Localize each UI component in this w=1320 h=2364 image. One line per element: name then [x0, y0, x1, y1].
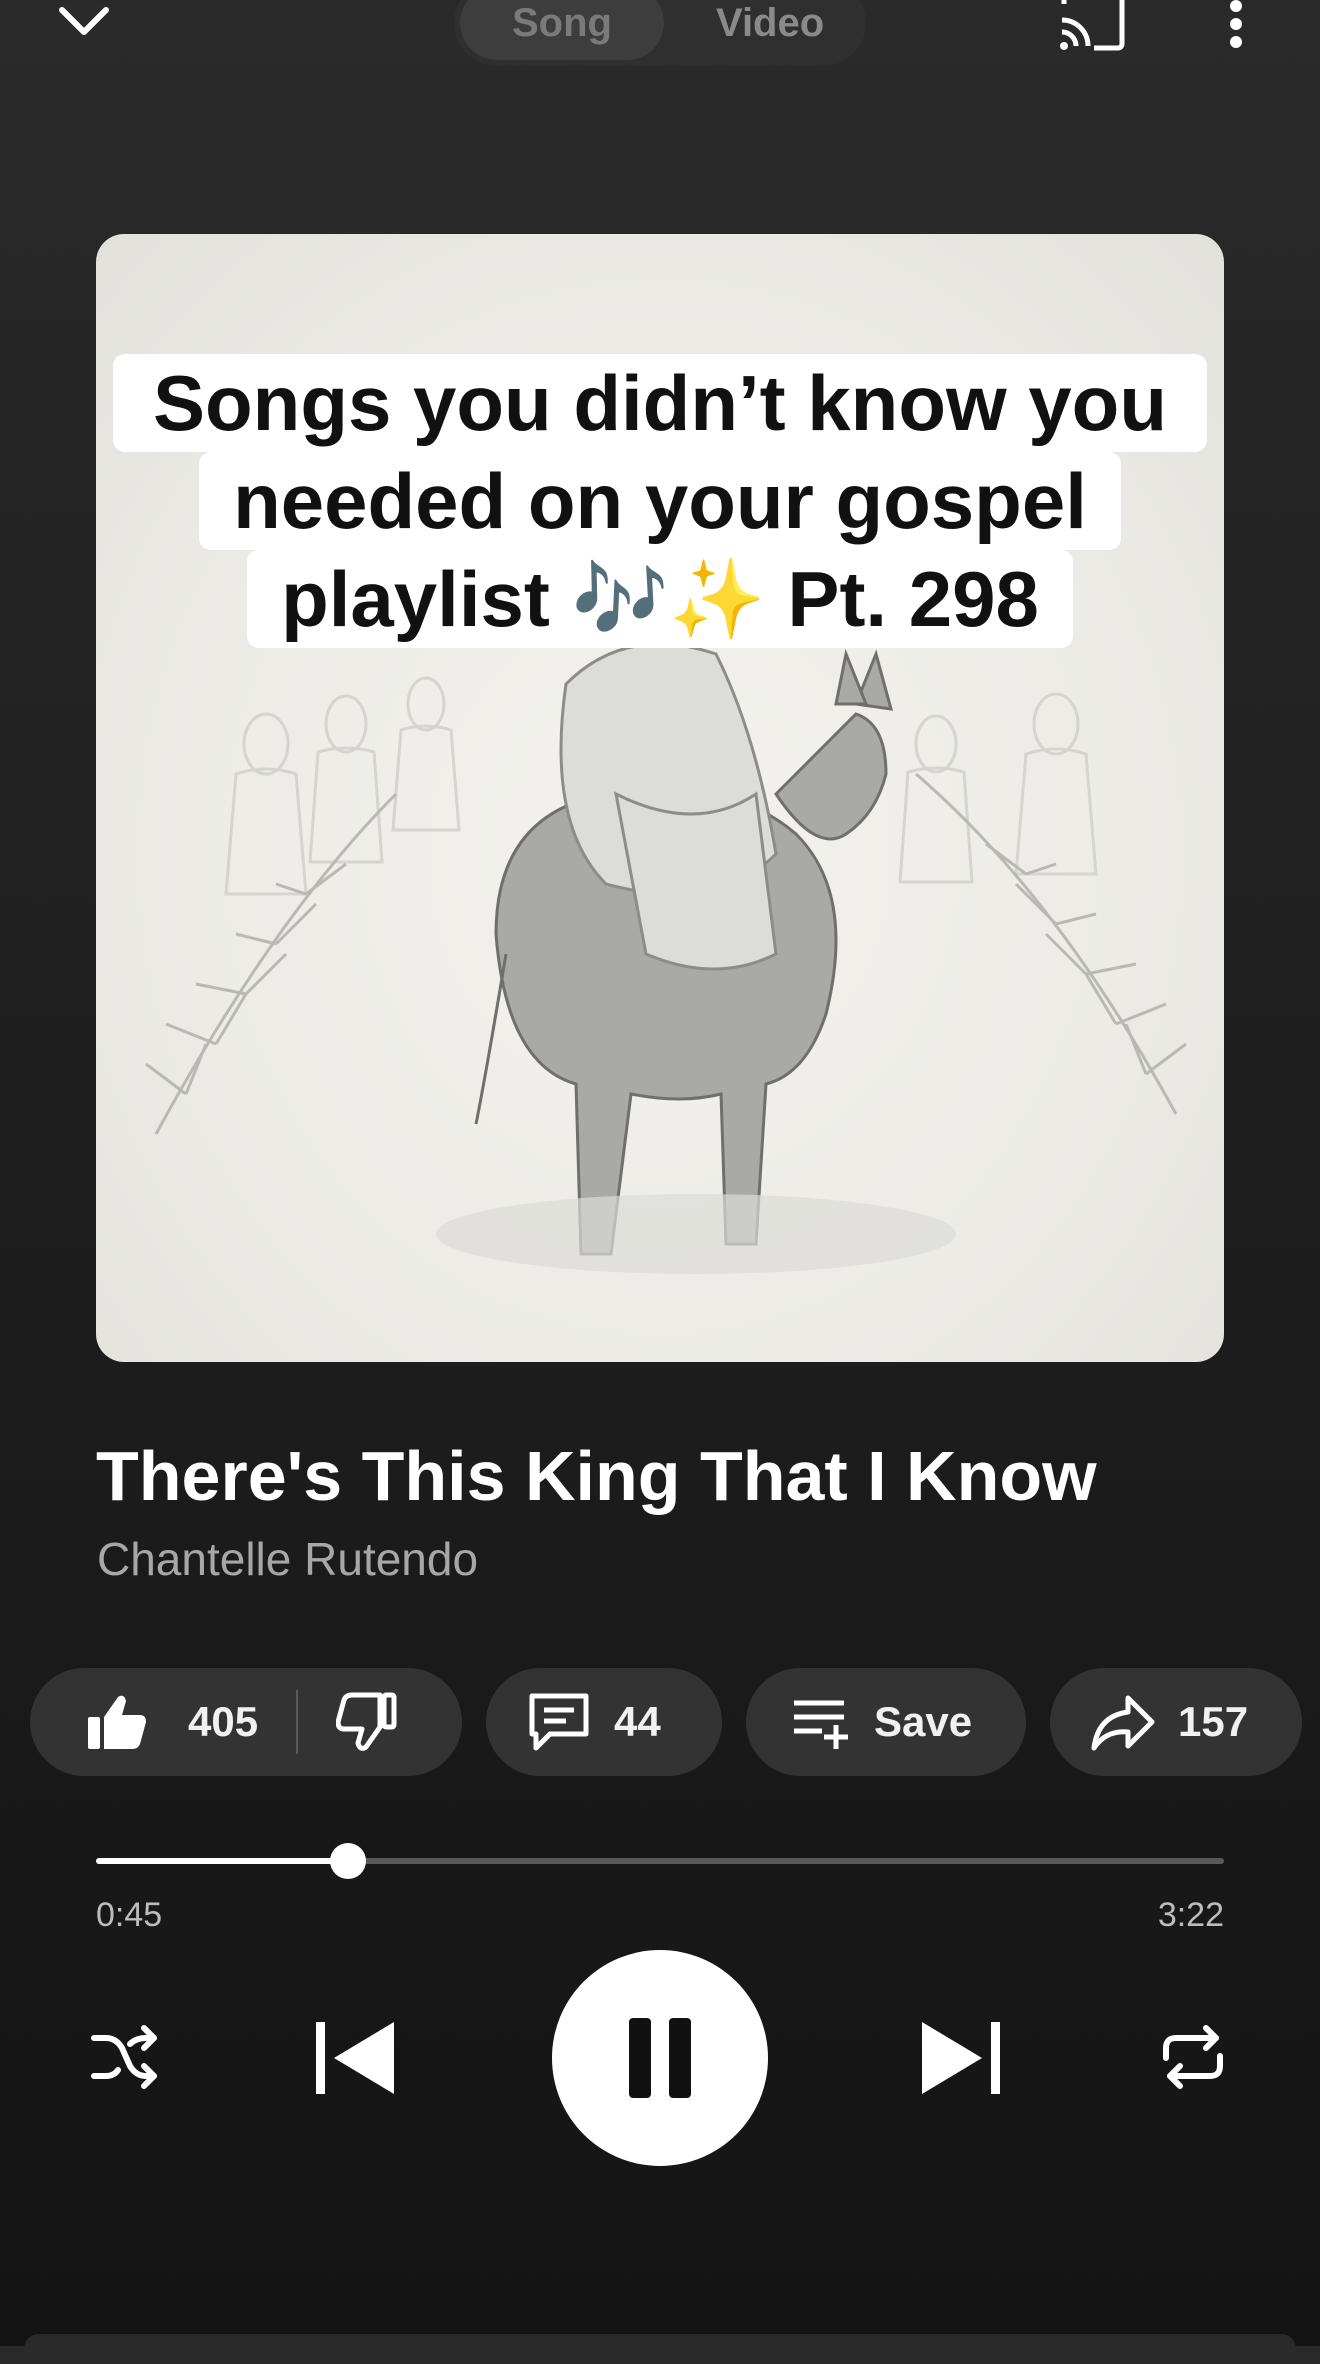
playlist-add-icon — [794, 1700, 848, 1749]
like-button[interactable]: 405 — [86, 1691, 258, 1753]
save-button[interactable]: Save — [746, 1668, 1026, 1776]
shuffle-icon — [91, 2025, 157, 2089]
total-duration: 3:22 — [1157, 1896, 1224, 1934]
tab-video[interactable]: Video — [664, 0, 876, 60]
like-divider — [296, 1690, 299, 1754]
comment-icon — [529, 1693, 589, 1751]
tab-song[interactable]: Song — [460, 0, 664, 60]
chevron-down-icon — [59, 7, 109, 35]
seek-bar-handle[interactable] — [329, 1843, 366, 1879]
shuffle-button[interactable] — [90, 2024, 160, 2090]
dislike-button[interactable] — [336, 1691, 398, 1753]
skip-previous-icon — [316, 2022, 394, 2094]
repeat-icon — [1163, 2025, 1223, 2089]
caption-line-1: Songs you didn’t know you — [113, 354, 1207, 452]
caption-line-3: playlist 🎶✨ Pt. 298 — [247, 550, 1073, 648]
cast-icon — [1060, 0, 1125, 51]
like-dislike-chip: 405 — [30, 1668, 462, 1776]
previous-button[interactable] — [312, 2018, 398, 2098]
more-options-button[interactable] — [1222, 0, 1250, 52]
seek-bar-progress — [96, 1858, 348, 1864]
artist-name[interactable]: Chantelle Rutendo — [97, 1532, 478, 1586]
cast-button[interactable] — [1056, 0, 1126, 52]
play-pause-button[interactable] — [552, 1950, 768, 2166]
next-button[interactable] — [918, 2018, 1004, 2098]
thumb-down-icon — [336, 1692, 397, 1751]
comment-count: 44 — [614, 1698, 661, 1745]
skip-next-icon — [922, 2022, 1000, 2094]
share-count: 157 — [1178, 1698, 1249, 1745]
song-video-toggle[interactable]: Song Video — [454, 0, 866, 66]
caption-line-2: needed on your gospel — [199, 452, 1121, 550]
song-title[interactable]: There's This King That I Know — [96, 1436, 1097, 1516]
thumb-up-icon — [88, 1695, 146, 1749]
like-count: 405 — [188, 1698, 259, 1745]
repeat-button[interactable] — [1160, 2024, 1226, 2090]
share-icon — [1091, 1695, 1155, 1751]
more-vert-icon — [1230, 0, 1242, 48]
mini-sheet-handle[interactable] — [24, 2334, 1296, 2364]
share-button[interactable]: 157 — [1050, 1668, 1302, 1776]
album-artwork: Songs you didn’t know you needed on your… — [96, 234, 1224, 1362]
pause-icon — [629, 2018, 691, 2098]
save-label: Save — [874, 1698, 973, 1745]
comments-button[interactable]: 44 — [486, 1668, 722, 1776]
collapse-button[interactable] — [56, 0, 112, 46]
elapsed-time: 0:45 — [96, 1896, 163, 1934]
seek-bar[interactable] — [96, 1843, 1224, 1879]
artwork-caption: Songs you didn’t know you needed on your… — [96, 354, 1224, 648]
